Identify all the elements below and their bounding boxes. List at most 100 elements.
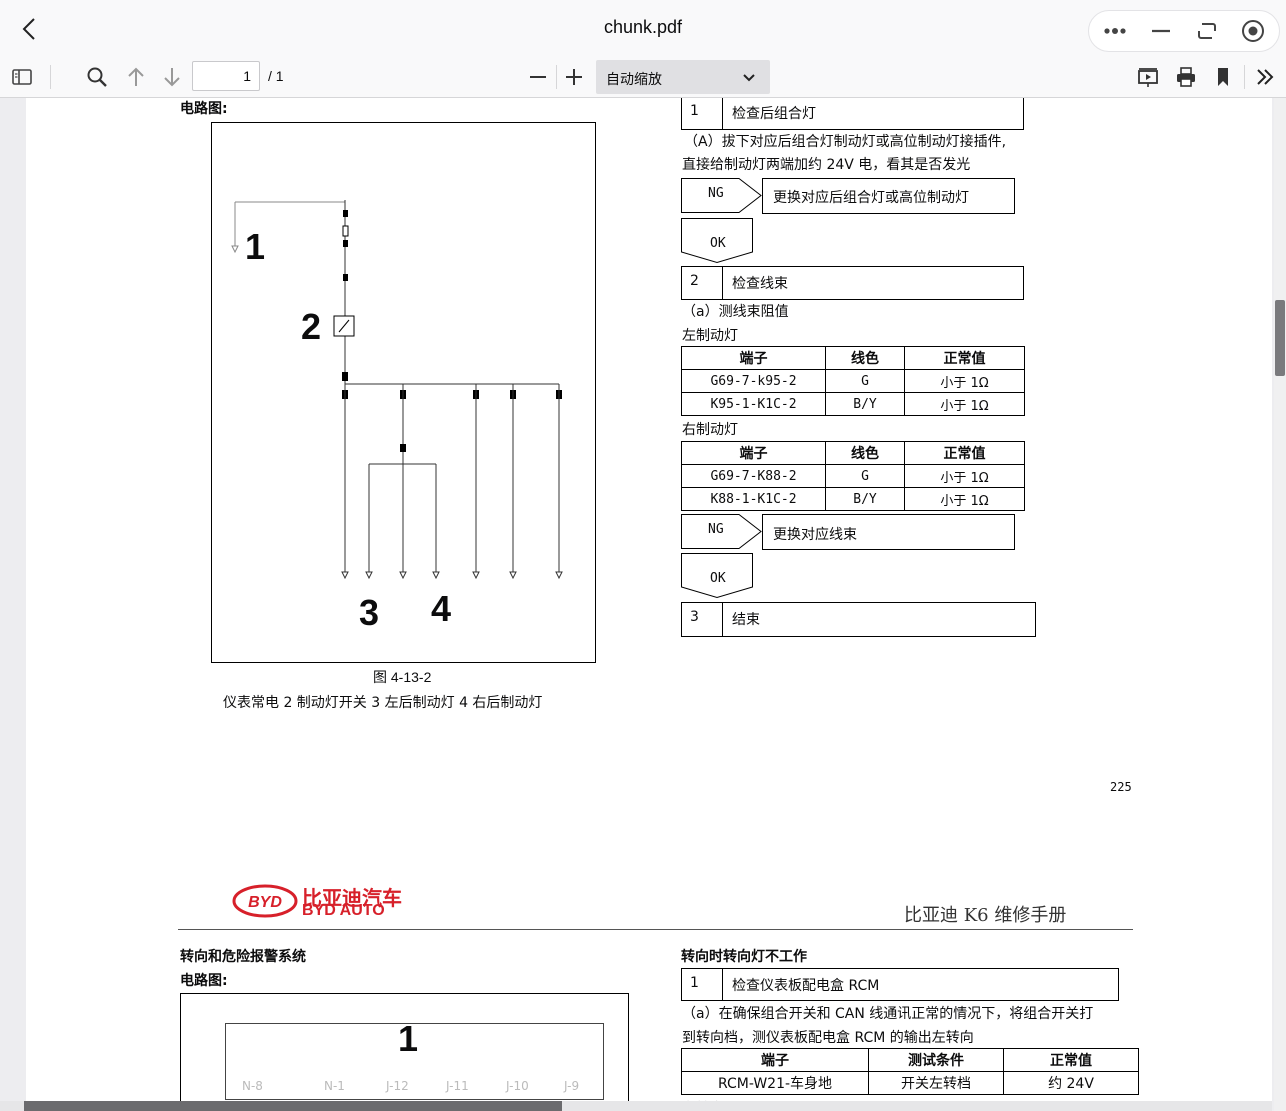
page-total: / 1: [268, 68, 284, 84]
right-brake-table: 端子 线色 正常值 G69-7-K88-2 G 小于 1Ω K88-1-K1C-…: [681, 441, 1025, 511]
circuit-diagram-label: 电路图:: [180, 101, 228, 117]
step-1-rcm-number: 1: [690, 975, 699, 991]
table-cell: B/Y: [825, 487, 905, 511]
step-3-label: 结束: [732, 612, 760, 628]
table-row: G69-7-k95-2 G 小于 1Ω: [681, 369, 1025, 393]
presentation-icon[interactable]: [1134, 63, 1162, 91]
step-1-label: 检查后组合灯: [732, 106, 816, 122]
step-2-label: 检查线束: [732, 276, 788, 292]
step-1-rcm-box: 1 检查仪表板配电盒 RCM: [681, 968, 1119, 1001]
left-brake-label: 左制动灯: [682, 328, 738, 344]
table-cell: 小于 1Ω: [904, 392, 1025, 416]
step-1-text-line1: （A）拔下对应后组合灯制动灯或高位制动灯接插件,: [684, 134, 1007, 150]
table-header: 端子: [681, 346, 826, 370]
diagram-number-4: 4: [431, 588, 452, 629]
close-target-icon[interactable]: [1239, 17, 1267, 45]
pin-label: J-12: [386, 1079, 409, 1093]
vertical-scrollbar[interactable]: [1274, 98, 1286, 1111]
more-icon[interactable]: [1101, 17, 1129, 45]
figure-legend: 仪表常电 2 制动灯开关 3 左后制动灯 4 右后制动灯: [223, 695, 543, 711]
svg-text:BYD: BYD: [248, 894, 282, 911]
zoom-value: 自动缩放: [606, 72, 662, 88]
header-rule: [178, 929, 1133, 930]
step-2-box: 2 检查线束: [681, 266, 1024, 300]
section-title: 转向和危险报警系统: [180, 949, 306, 965]
figure-caption: 图 4-13-2: [373, 669, 432, 685]
rcm-text-line2: 到转向档，测仪表板配电盒 RCM 的输出左转向: [682, 1030, 974, 1046]
table-row: RCM-W21-车身地 开关左转档 约 24V: [681, 1071, 1139, 1095]
table-cell: 小于 1Ω: [904, 487, 1025, 511]
table-cell: RCM-W21-车身地: [681, 1071, 869, 1095]
ng-action-2-box: 更换对应线束: [762, 514, 1015, 550]
right-brake-label: 右制动灯: [682, 422, 738, 438]
page-number-input[interactable]: 1: [192, 61, 260, 91]
circuit-diagram-label-2: 电路图:: [180, 973, 228, 989]
step-1-number: 1: [690, 103, 699, 119]
table-header: 线色: [825, 441, 905, 465]
rcm-text-line1: （a）在确保组合开关和 CAN 线通讯正常的情况下，将组合开关打: [682, 1006, 1094, 1022]
left-edge: [0, 98, 3, 1111]
byd-logo: BYD: [232, 884, 298, 918]
table-header: 正常值: [904, 441, 1025, 465]
horizontal-scrollbar-thumb[interactable]: [24, 1101, 562, 1111]
pin-label: J-9: [564, 1079, 580, 1093]
brand-name-en: BYD AUTO: [302, 902, 385, 919]
pin-label: N-1: [324, 1079, 345, 1093]
pdf-page: 电路图: 1 2 3 4 图 4-13-2 仪表常电 2 制动灯开关 3 左后制…: [26, 98, 1272, 1111]
table-header: 线色: [825, 346, 905, 370]
page-number: 225: [1110, 780, 1132, 794]
ok-tag-1: OK: [710, 236, 726, 251]
previous-page-icon[interactable]: [122, 63, 150, 91]
table-header: 测试条件: [868, 1048, 1004, 1072]
pin-label: J-10: [506, 1079, 529, 1093]
table-cell: 开关左转档: [868, 1071, 1004, 1095]
window-controls: [1088, 10, 1280, 52]
ng-tag-2: NG: [708, 522, 724, 537]
step-1-rcm-label: 检查仪表板配电盒 RCM: [732, 978, 880, 994]
next-page-icon[interactable]: [158, 63, 186, 91]
bookmark-icon[interactable]: [1209, 63, 1237, 91]
zoom-select[interactable]: 自动缩放: [596, 60, 770, 94]
brake-light-circuit-diagram: [211, 122, 596, 663]
table-header: 正常值: [904, 346, 1025, 370]
table-cell: 小于 1Ω: [904, 369, 1025, 393]
more-tools-icon[interactable]: [1252, 63, 1280, 91]
restore-icon[interactable]: [1193, 17, 1221, 45]
right-section-title: 转向时转向灯不工作: [681, 949, 807, 965]
diagram-number-2: 2: [301, 306, 322, 347]
table-cell: G69-7-k95-2: [681, 369, 826, 393]
pin-label: J-11: [446, 1079, 469, 1093]
vertical-scrollbar-thumb[interactable]: [1275, 300, 1285, 376]
manual-title: 比亚迪 K6 维修手册: [904, 905, 1067, 926]
left-brake-table: 端子 线色 正常值 G69-7-k95-2 G 小于 1Ω K95-1-K1C-…: [681, 346, 1025, 416]
diagram-number-3: 3: [359, 592, 380, 633]
ng-action-2: 更换对应线束: [773, 527, 857, 543]
sidebar-toggle-icon[interactable]: [8, 63, 36, 91]
table-cell: G69-7-K88-2: [681, 464, 826, 488]
ng-tag-1: NG: [708, 186, 724, 201]
table-cell: 小于 1Ω: [904, 464, 1025, 488]
table-cell: K95-1-K1C-2: [681, 392, 826, 416]
title-bar: chunk.pdf: [0, 0, 1286, 57]
table-cell: B/Y: [825, 392, 905, 416]
step-1-text-line2: 直接给制动灯两端加约 24V 电，看其是否发光: [682, 157, 971, 173]
step-1-box: 1 检查后组合灯: [681, 98, 1024, 130]
step-2-text: （a）测线束阻值: [682, 304, 789, 320]
document-viewer[interactable]: 电路图: 1 2 3 4 图 4-13-2 仪表常电 2 制动灯开关 3 左后制…: [0, 98, 1286, 1111]
table-row: K88-1-K1C-2 B/Y 小于 1Ω: [681, 487, 1025, 511]
step-3-box: 3 结束: [681, 602, 1036, 637]
minimize-icon[interactable]: [1147, 17, 1175, 45]
chevron-down-icon: [743, 74, 755, 82]
table-cell: K88-1-K1C-2: [681, 487, 826, 511]
table-header: 正常值: [1003, 1048, 1139, 1072]
zoom-out-icon[interactable]: [524, 63, 552, 91]
table-cell: 约 24V: [1003, 1071, 1139, 1095]
table-row: G69-7-K88-2 G 小于 1Ω: [681, 464, 1025, 488]
table-cell: G: [825, 464, 905, 488]
ng-action-1-box: 更换对应后组合灯或高位制动灯: [762, 178, 1015, 214]
rcm-table: 端子 测试条件 正常值 RCM-W21-车身地 开关左转档 约 24V: [681, 1048, 1139, 1095]
search-icon[interactable]: [83, 63, 111, 91]
zoom-in-icon[interactable]: [560, 63, 588, 91]
print-icon[interactable]: [1172, 63, 1200, 91]
table-cell: G: [825, 369, 905, 393]
